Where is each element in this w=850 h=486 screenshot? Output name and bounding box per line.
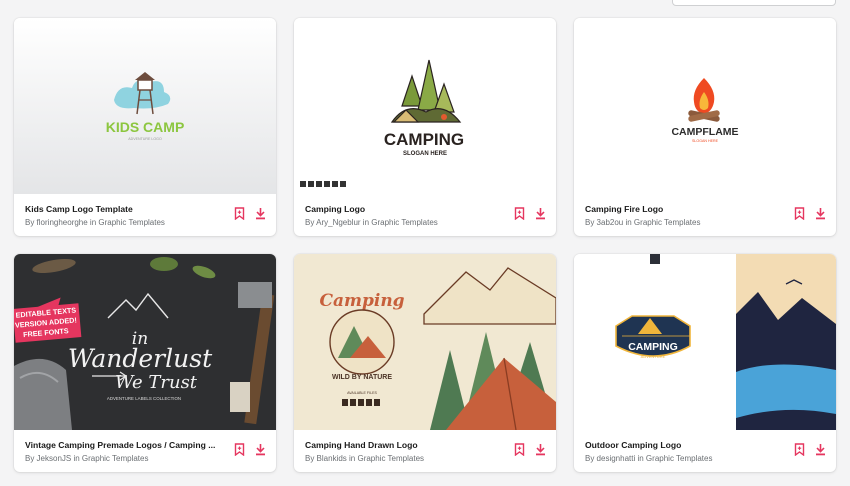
download-icon[interactable] — [255, 207, 266, 220]
card-thumbnail[interactable]: KIDS CAMP ADVENTURE LOGO — [14, 18, 276, 194]
card-byline: By designhatti in Graphic Templates — [585, 454, 713, 463]
art-subline: ADVENTURE — [641, 354, 666, 359]
search-input[interactable] — [672, 0, 836, 6]
bookmark-icon[interactable] — [514, 443, 525, 456]
bookmark-icon[interactable] — [794, 443, 805, 456]
template-card[interactable]: CAMPING ADVENTURE Outdoor Camping Logo B… — [574, 254, 836, 472]
bookmark-icon[interactable] — [794, 207, 805, 220]
art-headline: CAMPING — [628, 341, 678, 353]
card-thumbnail[interactable]: CAMPING ADVENTURE — [574, 254, 836, 430]
card-title[interactable]: Kids Camp Logo Template — [25, 204, 221, 214]
template-card[interactable]: EDITABLE TEXTS VERSION ADDED! FREE FONTS… — [14, 254, 276, 472]
download-icon[interactable] — [255, 443, 266, 456]
template-card[interactable]: CAMPFLAME SLOGAN HERE Camping Fire Logo … — [574, 18, 836, 236]
card-title[interactable]: Vintage Camping Premade Logos / Camping … — [25, 440, 221, 450]
card-byline: By 3ab2ou in Graphic Templates — [585, 218, 701, 227]
card-title[interactable]: Camping Hand Drawn Logo — [305, 440, 501, 450]
art-headline: Camping — [319, 291, 404, 311]
card-byline: By floringheorghe in Graphic Templates — [25, 218, 165, 227]
card-title[interactable]: Camping Logo — [305, 204, 501, 214]
art-headline: KIDS CAMP — [106, 119, 185, 135]
template-card[interactable]: KIDS CAMP ADVENTURE LOGO Kids Camp Logo … — [14, 18, 276, 236]
art-subline: WILD BY NATURE — [332, 374, 392, 381]
download-icon[interactable] — [815, 443, 826, 456]
card-thumbnail[interactable]: CAMPFLAME SLOGAN HERE — [574, 18, 836, 194]
template-card[interactable]: Camping WILD BY NATURE AVAILABLE FILES C… — [294, 254, 556, 472]
card-byline: By Ary_Ngeblur in Graphic Templates — [305, 218, 438, 227]
download-icon[interactable] — [535, 443, 546, 456]
card-thumbnail[interactable]: EDITABLE TEXTS VERSION ADDED! FREE FONTS… — [14, 254, 276, 430]
bookmark-icon[interactable] — [234, 207, 245, 220]
card-byline: By Blankids in Graphic Templates — [305, 454, 425, 463]
art-headline: CAMPING — [384, 130, 464, 149]
art-subline: SLOGAN HERE — [692, 139, 719, 143]
card-byline: By JeksonJS in Graphic Templates — [25, 454, 149, 463]
card-title[interactable]: Camping Fire Logo — [585, 204, 781, 214]
art-headline: CAMPFLAME — [671, 126, 738, 138]
template-card[interactable]: CAMPING SLOGAN HERE Camping Logo By Ary_… — [294, 18, 556, 236]
art-subline: SLOGAN HERE — [403, 151, 447, 157]
download-icon[interactable] — [535, 207, 546, 220]
card-title[interactable]: Outdoor Camping Logo — [585, 440, 781, 450]
art-line-3: We Trust — [115, 372, 198, 393]
card-thumbnail[interactable]: CAMPING SLOGAN HERE — [294, 18, 556, 194]
bookmark-icon[interactable] — [234, 443, 245, 456]
card-thumbnail[interactable]: Camping WILD BY NATURE AVAILABLE FILES — [294, 254, 556, 430]
bookmark-icon[interactable] — [514, 207, 525, 220]
download-icon[interactable] — [815, 207, 826, 220]
art-files-label: AVAILABLE FILES — [347, 391, 377, 395]
art-line-2: Wanderlust — [68, 344, 213, 373]
art-caption: ADVENTURE LABELS COLLECTION — [107, 396, 181, 401]
art-subline: ADVENTURE LOGO — [128, 137, 162, 141]
